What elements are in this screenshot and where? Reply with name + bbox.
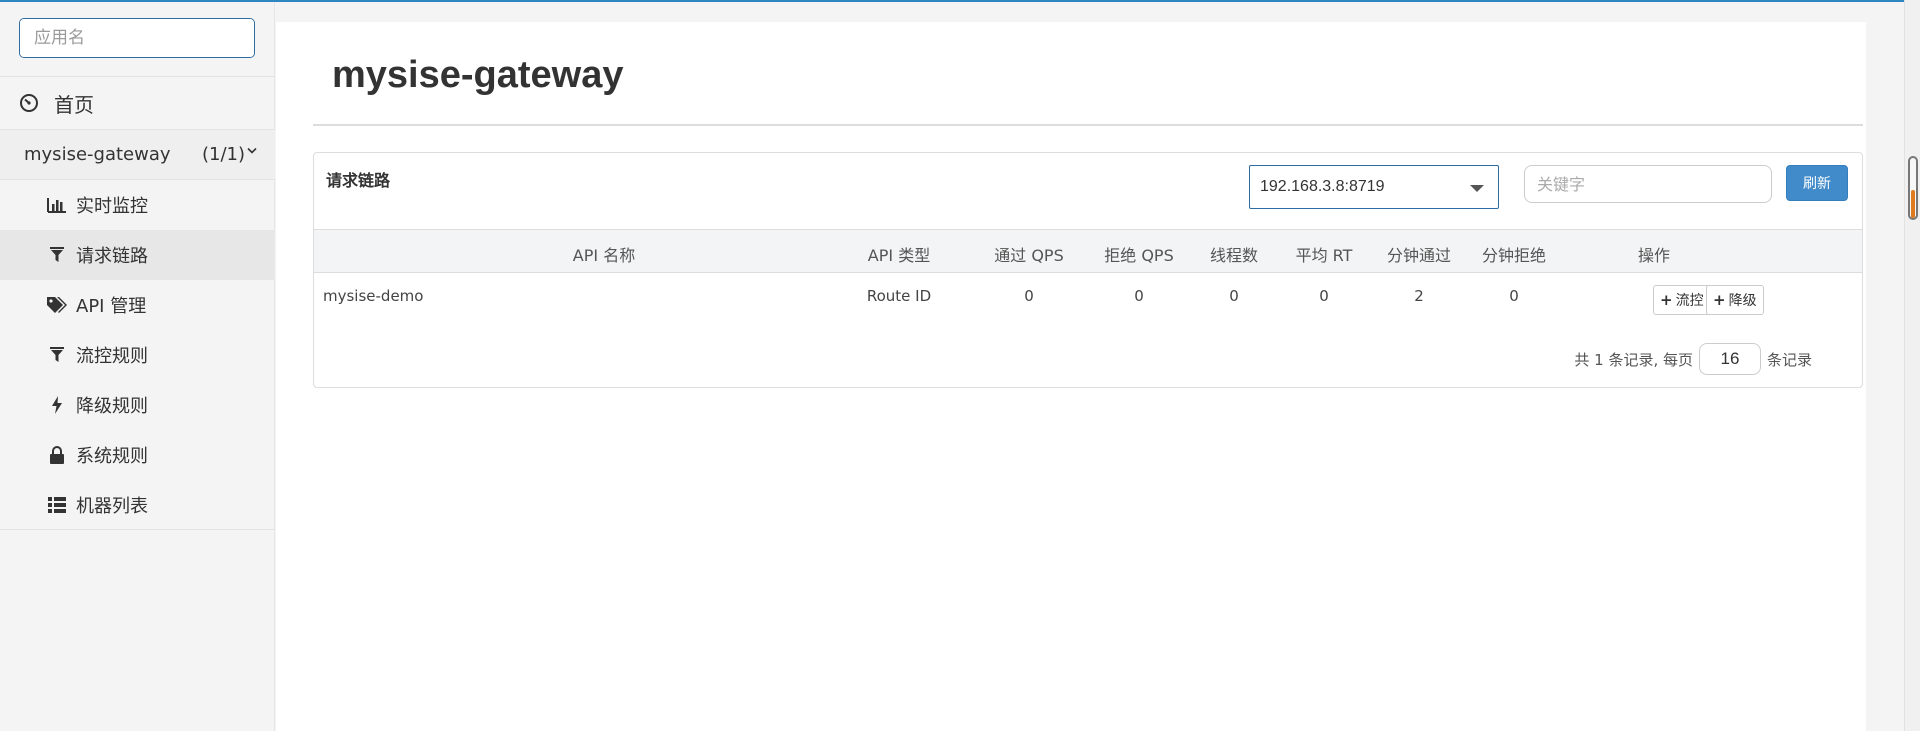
sidebar-item-label: 实时监控	[76, 196, 148, 217]
app-machine-count: (1/1)	[201, 144, 245, 165]
sidebar-item-label: 降级规则	[76, 396, 148, 417]
refresh-button[interactable]: 刷新	[1786, 165, 1848, 201]
scrollbar-position-marker	[1911, 190, 1915, 218]
app-search: 搜索	[19, 18, 255, 58]
plus-icon: +	[1713, 291, 1726, 309]
column-header-pass-qps: 通过 QPS	[994, 246, 1064, 265]
pagination-total-text: 共 1 条记录, 每页	[1574, 350, 1693, 369]
title-divider	[313, 124, 1863, 126]
column-header-minute-pass: 分钟通过	[1386, 246, 1451, 265]
sidebar-item-request-chain[interactable]: 请求链路	[0, 230, 275, 280]
sidebar-item-label: 请求链路	[76, 246, 148, 267]
filter-icon	[46, 245, 68, 265]
sidebar-item-label: API 管理	[76, 296, 147, 317]
page-size-input[interactable]	[1698, 343, 1761, 375]
sidebar: 搜索 首页 mysise-gateway (1/1) 实时监控 请求	[0, 2, 275, 731]
sidebar-item-label: 系统规则	[76, 446, 148, 467]
top-accent-line	[0, 0, 1920, 2]
bar-chart-icon	[46, 195, 68, 215]
pagination: 共 1 条记录, 每页 条记录	[1574, 343, 1812, 375]
plus-icon: +	[1660, 291, 1673, 309]
lock-icon	[46, 445, 68, 465]
pagination-suffix-text: 条记录	[1766, 350, 1812, 369]
app-search-input[interactable]	[20, 19, 254, 57]
column-header-avg-rt: 平均 RT	[1295, 246, 1353, 265]
add-degrade-rule-label: 降级	[1728, 293, 1757, 309]
cell-threads: 0	[1229, 287, 1239, 305]
filter-icon	[46, 345, 68, 365]
column-header-api-name: API 名称	[572, 246, 636, 265]
dashboard-icon	[18, 92, 40, 114]
cell-api-name: mysise-demo	[323, 287, 424, 305]
main-content: mysise-gateway 请求链路 192.168.3.8:8719 刷新 …	[276, 22, 1866, 731]
sidebar-item-flow-rules[interactable]: 流控规则	[0, 330, 275, 380]
cell-api-type: Route ID	[866, 287, 932, 305]
cell-minute-pass: 2	[1414, 287, 1424, 305]
app-name: mysise-gateway	[24, 144, 171, 165]
column-header-threads: 线程数	[1209, 246, 1258, 265]
column-header-actions: 操作	[1637, 246, 1670, 265]
list-icon	[46, 495, 68, 515]
column-header-api-type: API 类型	[867, 246, 931, 265]
add-degrade-rule-button[interactable]: + 降级	[1706, 285, 1764, 315]
column-header-minute-block: 分钟拒绝	[1481, 246, 1546, 265]
keyword-search-input[interactable]	[1524, 165, 1772, 203]
cell-pass-qps: 0	[1024, 287, 1034, 305]
sidebar-item-label: 流控规则	[76, 346, 148, 367]
caret-down-icon	[1470, 185, 1484, 192]
sidebar-item-system-rules[interactable]: 系统规则	[0, 430, 275, 480]
sidebar-item-machine-list[interactable]: 机器列表	[0, 480, 275, 530]
table-row: mysise-demo Route ID 0 0 0 0 2 0 + 流控 + 降级	[314, 273, 1862, 323]
sidebar-app-mysise-gateway[interactable]: mysise-gateway (1/1)	[0, 130, 275, 180]
sidebar-item-realtime-monitor[interactable]: 实时监控	[0, 180, 275, 230]
sidebar-item-label: 首页	[54, 92, 94, 117]
sidebar-item-label: 机器列表	[76, 495, 148, 517]
add-flow-rule-label: 流控	[1675, 293, 1704, 309]
sidebar-item-home[interactable]: 首页	[0, 76, 275, 130]
vertical-scrollbar[interactable]	[1904, 0, 1920, 731]
chevron-down-icon	[247, 144, 257, 158]
tags-icon	[46, 295, 68, 315]
panel-title: 请求链路	[326, 171, 391, 190]
machine-select-value: 192.168.3.8:8719	[1260, 178, 1385, 195]
sidebar-item-api-management[interactable]: API 管理	[0, 280, 275, 330]
flash-icon	[46, 395, 68, 415]
request-chain-panel: 请求链路 192.168.3.8:8719 刷新 API 名称 API 类型 通…	[313, 152, 1863, 388]
sidebar-item-degrade-rules[interactable]: 降级规则	[0, 380, 275, 430]
column-header-block-qps: 拒绝 QPS	[1104, 246, 1174, 265]
cell-block-qps: 0	[1134, 287, 1144, 305]
cell-avg-rt: 0	[1319, 287, 1329, 305]
table-header: API 名称 API 类型 通过 QPS 拒绝 QPS 线程数 平均 RT 分钟…	[314, 229, 1862, 273]
machine-select[interactable]: 192.168.3.8:8719	[1249, 165, 1499, 209]
cell-minute-block: 0	[1509, 287, 1519, 305]
add-flow-rule-button[interactable]: + 流控	[1653, 285, 1711, 315]
sidebar-nav: 首页 mysise-gateway (1/1) 实时监控 请求链路 API 管理…	[0, 76, 275, 530]
page-title: mysise-gateway	[332, 54, 624, 96]
